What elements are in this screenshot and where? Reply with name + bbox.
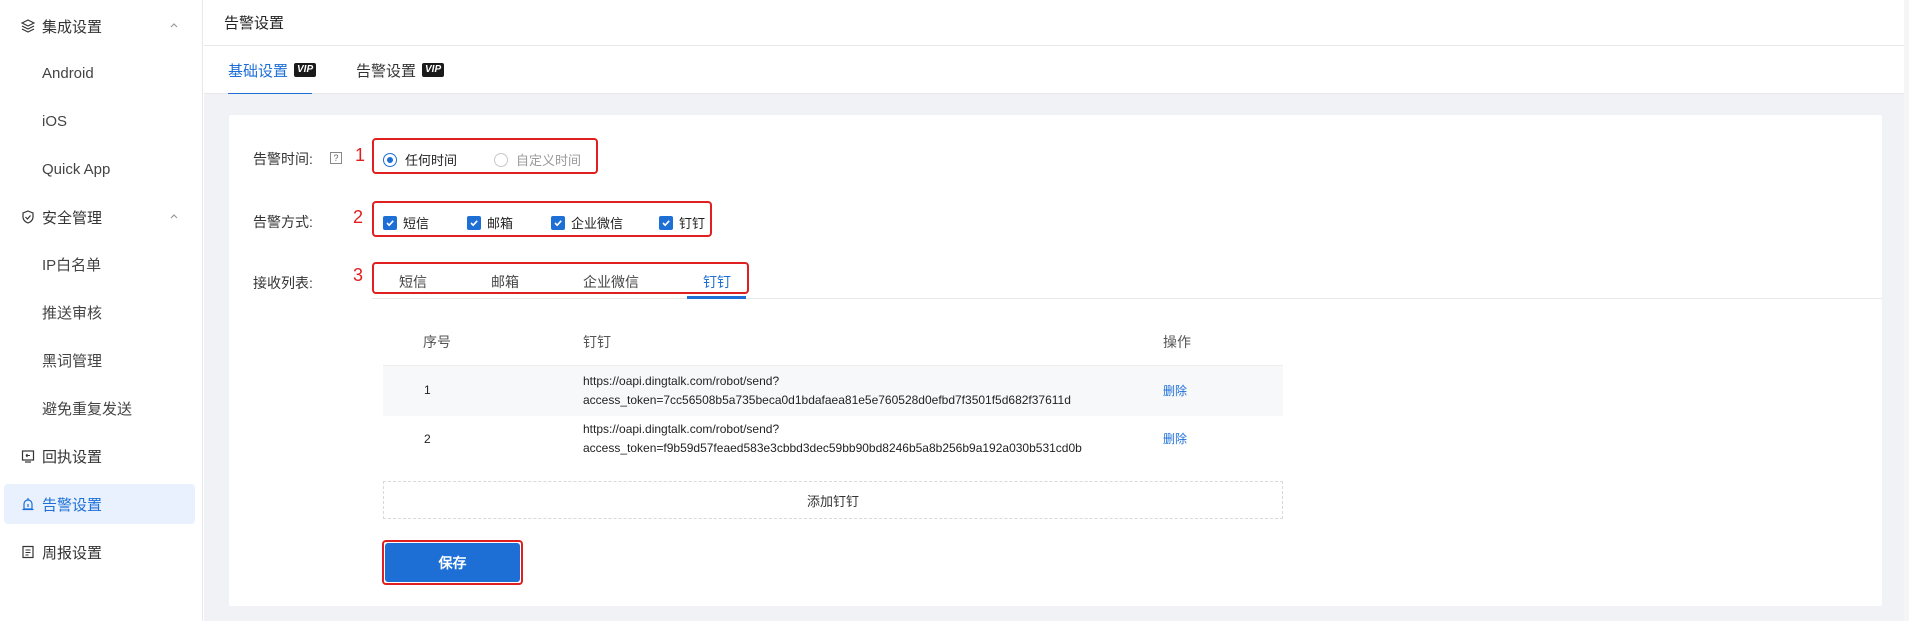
- subtab-dingtalk[interactable]: 钉钉: [703, 272, 731, 292]
- layers-icon: [20, 18, 36, 34]
- column-header-dingtalk: 钉钉: [583, 334, 611, 350]
- subtab-email[interactable]: 邮箱: [491, 272, 519, 292]
- settings-card: [229, 115, 1882, 606]
- sidebar-item-label: 集成设置: [42, 18, 103, 36]
- annotation-1: 1: [355, 145, 366, 165]
- checkbox-label: 邮箱: [487, 216, 514, 231]
- checkbox-wecom[interactable]: 企业微信: [551, 213, 623, 232]
- checkbox-label: 短信: [403, 216, 430, 231]
- radio-circle: [494, 152, 508, 167]
- sidebar-item-label: 黑词管理: [42, 352, 103, 370]
- annotation-box-3: [372, 262, 749, 294]
- checkbox-check-icon: [659, 215, 673, 230]
- checkbox-dingtalk[interactable]: 钉钉: [659, 213, 705, 232]
- table-row: 1 https://oapi.dingtalk.com/robot/send? …: [383, 366, 1283, 416]
- row-index: 2: [424, 432, 431, 446]
- sidebar-item-dedup[interactable]: 避免重复发送: [4, 388, 195, 428]
- column-header-action: 操作: [1163, 334, 1191, 350]
- help-icon[interactable]: ?: [330, 152, 342, 164]
- sidebar-item-label: 推送审核: [42, 304, 103, 322]
- page-title: 告警设置: [224, 15, 285, 32]
- sidebar: 集成设置 Android iOS Quick App 安全管理 IP白名单 推送…: [0, 0, 203, 621]
- sidebar-item-alarm[interactable]: 告警设置: [4, 484, 195, 524]
- sidebar-item-label: Android: [42, 64, 94, 82]
- row-index: 1: [424, 383, 431, 397]
- checkbox-label: 企业微信: [571, 216, 624, 231]
- checkbox-check-icon: [383, 215, 397, 230]
- chevron-up-icon: [170, 214, 178, 219]
- url-line: https://oapi.dingtalk.com/robot/send?: [583, 374, 780, 388]
- url-line: access_token=7cc56508b5a735beca0d1bdafae…: [583, 393, 1071, 407]
- alarm-time-label: 告警时间:: [253, 151, 313, 167]
- sidebar-item-quick-app[interactable]: Quick App: [4, 149, 195, 189]
- sidebar-item-label: 避免重复发送: [42, 400, 133, 418]
- vip-badge: VIP: [294, 63, 317, 77]
- sidebar-group-security[interactable]: 安全管理: [4, 197, 195, 237]
- shield-icon: [20, 209, 36, 225]
- radio-circle: [383, 152, 397, 167]
- tab-label: 告警设置: [356, 62, 417, 80]
- checkbox-check-icon: [467, 215, 481, 230]
- radio-label: 任何时间: [405, 153, 458, 168]
- add-dingtalk-button[interactable]: 添加钉钉: [383, 481, 1283, 519]
- alarm-icon: [20, 496, 36, 512]
- annotation-2: 2: [353, 207, 364, 227]
- report-icon: [20, 544, 36, 560]
- sidebar-group-integration[interactable]: 集成设置: [4, 6, 195, 46]
- url-line: access_token=f9b59d57feaed583e3cbbd3dec5…: [583, 441, 1082, 455]
- sidebar-item-label: 回执设置: [42, 448, 103, 466]
- row-webhook-url: https://oapi.dingtalk.com/robot/send? ac…: [583, 420, 1082, 458]
- sidebar-item-label: 告警设置: [42, 496, 103, 514]
- radio-label: 自定义时间: [516, 153, 582, 168]
- chevron-up-icon: [170, 23, 178, 28]
- sidebar-item-label: 周报设置: [42, 544, 103, 562]
- checkbox-check-icon: [551, 215, 565, 230]
- sidebar-item-label: IP白名单: [42, 256, 102, 274]
- annotation-3: 3: [353, 265, 364, 285]
- page-title-bar: 告警设置: [204, 0, 1909, 46]
- checkbox-label: 钉钉: [679, 216, 706, 231]
- receive-list-label: 接收列表:: [253, 275, 313, 291]
- receipt-icon: [20, 448, 36, 464]
- row-webhook-url: https://oapi.dingtalk.com/robot/send? ac…: [583, 372, 1071, 410]
- sidebar-item-ios[interactable]: iOS: [4, 101, 195, 141]
- sidebar-item-blackword[interactable]: 黑词管理: [4, 340, 195, 380]
- subtab-wecom[interactable]: 企业微信: [583, 272, 639, 292]
- checkbox-email[interactable]: 邮箱: [467, 213, 513, 232]
- tabs-bar: 基础设置 VIP 告警设置 VIP: [204, 46, 1909, 95]
- url-line: https://oapi.dingtalk.com/robot/send?: [583, 422, 780, 436]
- sidebar-item-push-review[interactable]: 推送审核: [4, 292, 195, 332]
- sidebar-item-ip-whitelist[interactable]: IP白名单: [4, 244, 195, 284]
- tab-basic-settings[interactable]: 基础设置 VIP: [228, 46, 317, 95]
- subtab-active-indicator: [687, 296, 746, 299]
- scrollbar[interactable]: [1904, 0, 1909, 621]
- sidebar-item-android[interactable]: Android: [4, 53, 195, 93]
- sidebar-item-label: iOS: [42, 112, 68, 130]
- table-row: 2 https://oapi.dingtalk.com/robot/send? …: [383, 415, 1283, 465]
- radio-custom-time[interactable]: 自定义时间: [494, 150, 581, 169]
- delete-link[interactable]: 删除: [1163, 382, 1187, 399]
- vip-badge: VIP: [422, 63, 445, 77]
- sidebar-item-label: 安全管理: [42, 209, 103, 227]
- save-button[interactable]: 保存: [385, 543, 520, 582]
- alarm-method-label: 告警方式:: [253, 214, 313, 230]
- sidebar-item-label: Quick App: [42, 160, 111, 178]
- delete-link[interactable]: 删除: [1163, 430, 1187, 447]
- tab-label: 基础设置: [228, 62, 289, 80]
- tab-alarm-settings[interactable]: 告警设置 VIP: [356, 46, 445, 94]
- column-header-index: 序号: [423, 334, 451, 350]
- sidebar-item-receipt[interactable]: 回执设置: [4, 436, 195, 476]
- sidebar-item-weekly-report[interactable]: 周报设置: [4, 532, 195, 572]
- add-button-label: 添加钉钉: [806, 493, 859, 509]
- subtabs-divider: [372, 298, 1882, 299]
- checkbox-sms[interactable]: 短信: [383, 213, 429, 232]
- subtab-sms[interactable]: 短信: [399, 272, 427, 292]
- radio-any-time[interactable]: 任何时间: [383, 150, 457, 169]
- save-button-label: 保存: [438, 554, 467, 571]
